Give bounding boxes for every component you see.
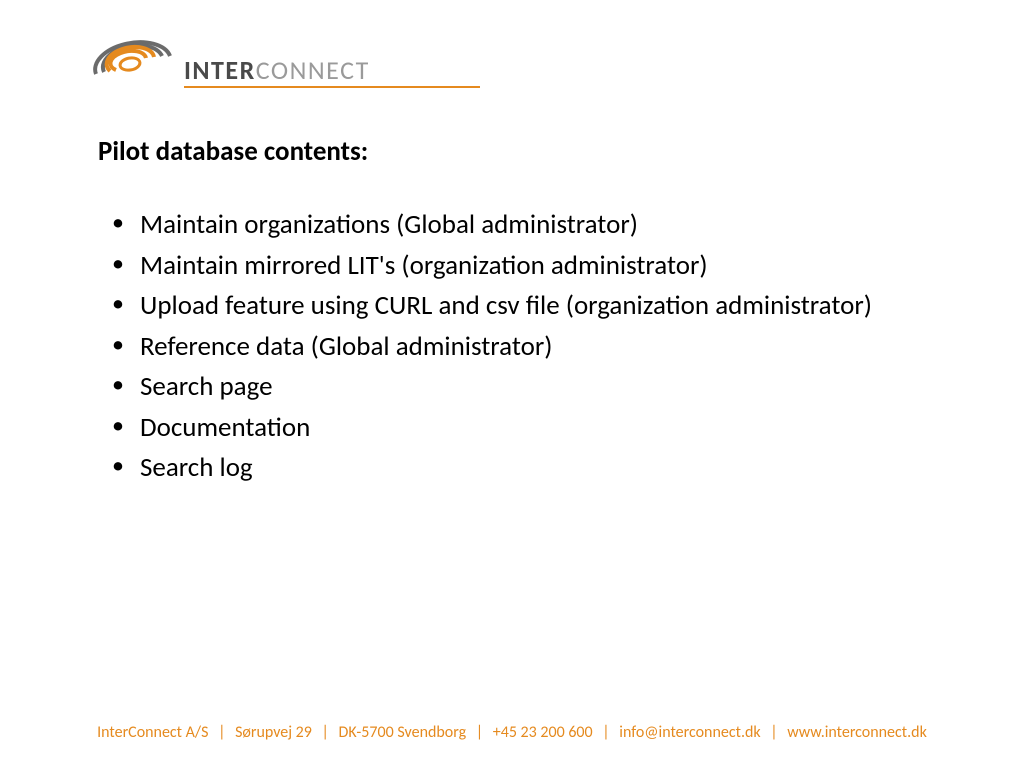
swirl-icon bbox=[84, 24, 184, 94]
footer-sep: | bbox=[770, 723, 777, 742]
footer-web: www.interconnect.dk bbox=[787, 723, 927, 742]
logo-underline bbox=[184, 86, 480, 88]
list-item: Reference data (Global administrator) bbox=[106, 330, 934, 365]
slide: INTERCONNECT Pilot database contents: Ma… bbox=[0, 0, 1024, 768]
footer-company: InterConnect A/S bbox=[97, 723, 208, 742]
footer-phone: +45 23 200 600 bbox=[493, 723, 593, 742]
list-item: Documentation bbox=[106, 411, 934, 446]
logo: INTERCONNECT bbox=[84, 24, 484, 94]
list-item: Maintain mirrored LIT's (organization ad… bbox=[106, 249, 934, 284]
logo-text: INTERCONNECT bbox=[184, 54, 370, 86]
footer-sep: | bbox=[602, 723, 609, 742]
footer-street: Sørupvej 29 bbox=[235, 723, 312, 742]
list-item: Search page bbox=[106, 370, 934, 405]
footer-sep: | bbox=[218, 723, 225, 742]
footer-sep: | bbox=[476, 723, 483, 742]
list-item: Search log bbox=[106, 451, 934, 486]
footer-city: DK-5700 Svendborg bbox=[339, 723, 467, 742]
slide-heading: Pilot database contents: bbox=[98, 135, 934, 168]
footer-sep: | bbox=[322, 723, 329, 742]
bullet-list: Maintain organizations (Global administr… bbox=[98, 208, 934, 486]
logo-text-part1: INTER bbox=[184, 54, 256, 86]
content-area: Pilot database contents: Maintain organi… bbox=[98, 135, 934, 492]
list-item: Upload feature using CURL and csv file (… bbox=[106, 289, 934, 324]
footer: InterConnect A/S | Sørupvej 29 | DK-5700… bbox=[0, 723, 1024, 742]
list-item: Maintain organizations (Global administr… bbox=[106, 208, 934, 243]
logo-text-part2: CONNECT bbox=[256, 54, 370, 86]
footer-email: info@interconnect.dk bbox=[619, 723, 760, 742]
